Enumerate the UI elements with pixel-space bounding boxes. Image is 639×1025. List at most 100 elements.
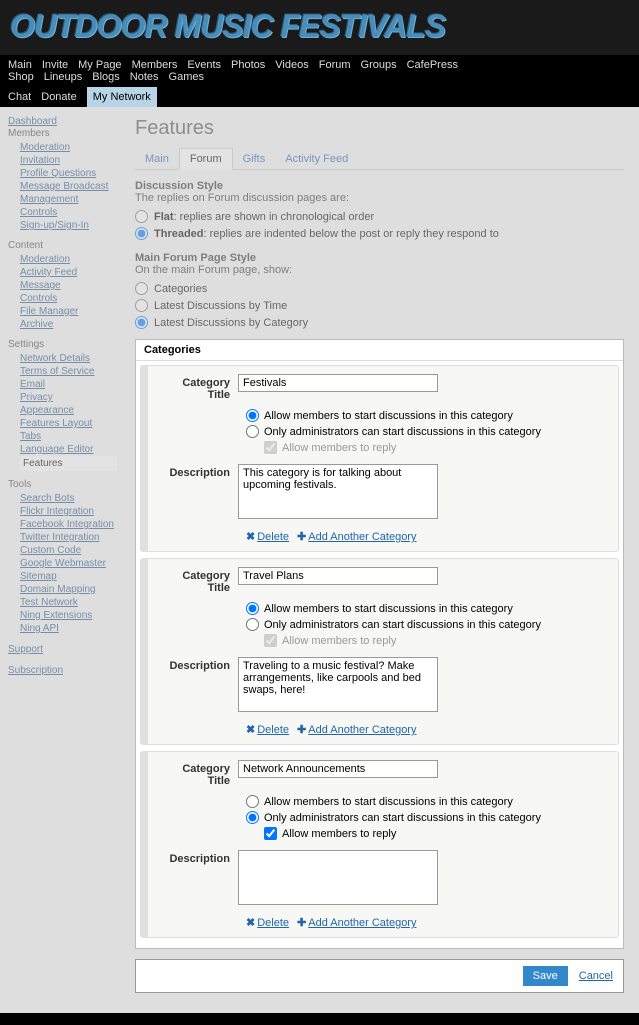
- tab[interactable]: Forum: [179, 148, 233, 170]
- nav-item[interactable]: Chat: [8, 91, 31, 103]
- sidebar-group-title: Settings: [8, 339, 117, 350]
- nav-item[interactable]: Main: [8, 59, 32, 71]
- nav-item[interactable]: Photos: [231, 59, 265, 71]
- nav-item[interactable]: Groups: [361, 59, 397, 71]
- nav-item[interactable]: Invite: [42, 59, 68, 71]
- nav-item[interactable]: Lineups: [44, 71, 83, 83]
- category-desc-input[interactable]: [238, 464, 438, 519]
- allow-members-radio[interactable]: [246, 795, 259, 808]
- sidebar-link[interactable]: Google Webmaster: [20, 557, 117, 570]
- sidebar-link[interactable]: Moderation: [20, 253, 117, 266]
- add-category-link[interactable]: Add Another Category: [308, 531, 416, 543]
- nav-item[interactable]: Notes: [130, 71, 159, 83]
- add-icon: ✚: [297, 724, 306, 736]
- allow-reply-checkbox: [264, 441, 277, 454]
- sidebar-link[interactable]: File Manager: [20, 305, 117, 318]
- category-title-input[interactable]: [238, 760, 438, 778]
- sidebar-link[interactable]: Moderation: [20, 141, 117, 154]
- nav-item[interactable]: Forum: [319, 59, 351, 71]
- allow-members-radio[interactable]: [246, 409, 259, 422]
- sidebar-link[interactable]: Sign-up/Sign-In: [20, 219, 117, 232]
- sidebar-link[interactable]: Terms of Service: [20, 365, 117, 378]
- sidebar-link[interactable]: Appearance: [20, 404, 117, 417]
- sidebar-link[interactable]: Network Details: [20, 352, 117, 365]
- only-admins-radio[interactable]: [246, 618, 259, 631]
- sidebar-link[interactable]: Support: [8, 643, 117, 656]
- sidebar-link[interactable]: Search Bots: [20, 492, 117, 505]
- delete-link[interactable]: Delete: [257, 724, 289, 736]
- tab[interactable]: Activity Feed: [275, 149, 358, 169]
- add-category-link[interactable]: Add Another Category: [308, 724, 416, 736]
- sidebar-link[interactable]: Twitter Integration: [20, 531, 117, 544]
- footer-buttons: Save Cancel: [135, 959, 624, 993]
- tab[interactable]: Main: [135, 149, 179, 169]
- allow-members-radio[interactable]: [246, 602, 259, 615]
- sidebar-link[interactable]: Domain Mapping: [20, 583, 117, 596]
- category-desc-input[interactable]: [238, 657, 438, 712]
- add-icon: ✚: [297, 531, 306, 543]
- sidebar-link[interactable]: Message Broadcast: [20, 180, 117, 193]
- category-block: Category TitleAllow members to start dis…: [140, 558, 619, 745]
- save-button[interactable]: Save: [523, 966, 568, 986]
- categories-header: Categories: [136, 340, 623, 361]
- sidebar-link[interactable]: Flickr Integration: [20, 505, 117, 518]
- nav-item[interactable]: Members: [132, 59, 178, 71]
- forum-page-style-desc: On the main Forum page, show:: [135, 264, 624, 276]
- page-title: Features: [135, 117, 624, 140]
- sidebar-link[interactable]: Features: [20, 456, 117, 471]
- sidebar-link[interactable]: Privacy: [20, 391, 117, 404]
- admin-sidebar: DashboardMembersModerationInvitationProf…: [0, 107, 125, 1013]
- nav-item[interactable]: Games: [169, 71, 204, 83]
- sidebar-link[interactable]: Activity Feed Message: [20, 266, 117, 292]
- sidebar-link[interactable]: Controls: [20, 292, 117, 305]
- sidebar-link[interactable]: Subscription: [8, 664, 117, 677]
- sidebar-link[interactable]: Email: [20, 378, 117, 391]
- threaded-radio[interactable]: [135, 227, 148, 240]
- sidebar-link[interactable]: Ning Extensions: [20, 609, 117, 622]
- sidebar-link[interactable]: Features Layout: [20, 417, 117, 430]
- sidebar-link[interactable]: Ning API: [20, 622, 117, 635]
- category-block: Category TitleAllow members to start dis…: [140, 365, 619, 552]
- sidebar-link[interactable]: Archive: [20, 318, 117, 331]
- nav-item[interactable]: Events: [187, 59, 221, 71]
- category-desc-input[interactable]: [238, 850, 438, 905]
- cancel-link[interactable]: Cancel: [579, 970, 613, 982]
- category-title-input[interactable]: [238, 374, 438, 392]
- nav-item[interactable]: My Page: [78, 59, 121, 71]
- delete-link[interactable]: Delete: [257, 917, 289, 929]
- sidebar-link[interactable]: Invitation: [20, 154, 117, 167]
- nav-item[interactable]: Videos: [275, 59, 308, 71]
- sidebar-link[interactable]: Tabs: [20, 430, 117, 443]
- add-category-link[interactable]: Add Another Category: [308, 917, 416, 929]
- sidebar-link[interactable]: Controls: [20, 206, 117, 219]
- allow-reply-checkbox[interactable]: [264, 827, 277, 840]
- only-admins-radio[interactable]: [246, 425, 259, 438]
- sidebar-link[interactable]: Facebook Integration: [20, 518, 117, 531]
- forum-page-style-title: Main Forum Page Style: [135, 252, 624, 264]
- tab[interactable]: Gifts: [233, 149, 276, 169]
- category-title-input[interactable]: [238, 567, 438, 585]
- fps-radio[interactable]: [135, 282, 148, 295]
- sidebar-group-title: Tools: [8, 479, 117, 490]
- secondary-nav: Chat Donate My Network: [0, 87, 639, 107]
- nav-item[interactable]: Donate: [41, 91, 76, 103]
- sidebar-link[interactable]: Management: [20, 193, 117, 206]
- nav-item[interactable]: My Network: [87, 87, 157, 107]
- only-admins-radio[interactable]: [246, 811, 259, 824]
- sidebar-link[interactable]: Profile Questions: [20, 167, 117, 180]
- sidebar-link[interactable]: Dashboard: [8, 115, 117, 128]
- fps-radio[interactable]: [135, 316, 148, 329]
- flat-radio[interactable]: [135, 210, 148, 223]
- sidebar-group-title: Content: [8, 240, 117, 251]
- sidebar-link[interactable]: Language Editor: [20, 443, 117, 456]
- fps-radio[interactable]: [135, 299, 148, 312]
- sidebar-link[interactable]: Sitemap: [20, 570, 117, 583]
- primary-nav: Main Invite My Page Members Events Photos Vide…: [0, 55, 639, 87]
- add-icon: ✚: [297, 917, 306, 929]
- nav-item[interactable]: Blogs: [92, 71, 120, 83]
- sidebar-link[interactable]: Custom Code: [20, 544, 117, 557]
- delete-icon: ✖: [246, 531, 255, 543]
- discussion-style-desc: The replies on Forum discussion pages ar…: [135, 192, 624, 204]
- delete-link[interactable]: Delete: [257, 531, 289, 543]
- sidebar-link[interactable]: Test Network: [20, 596, 117, 609]
